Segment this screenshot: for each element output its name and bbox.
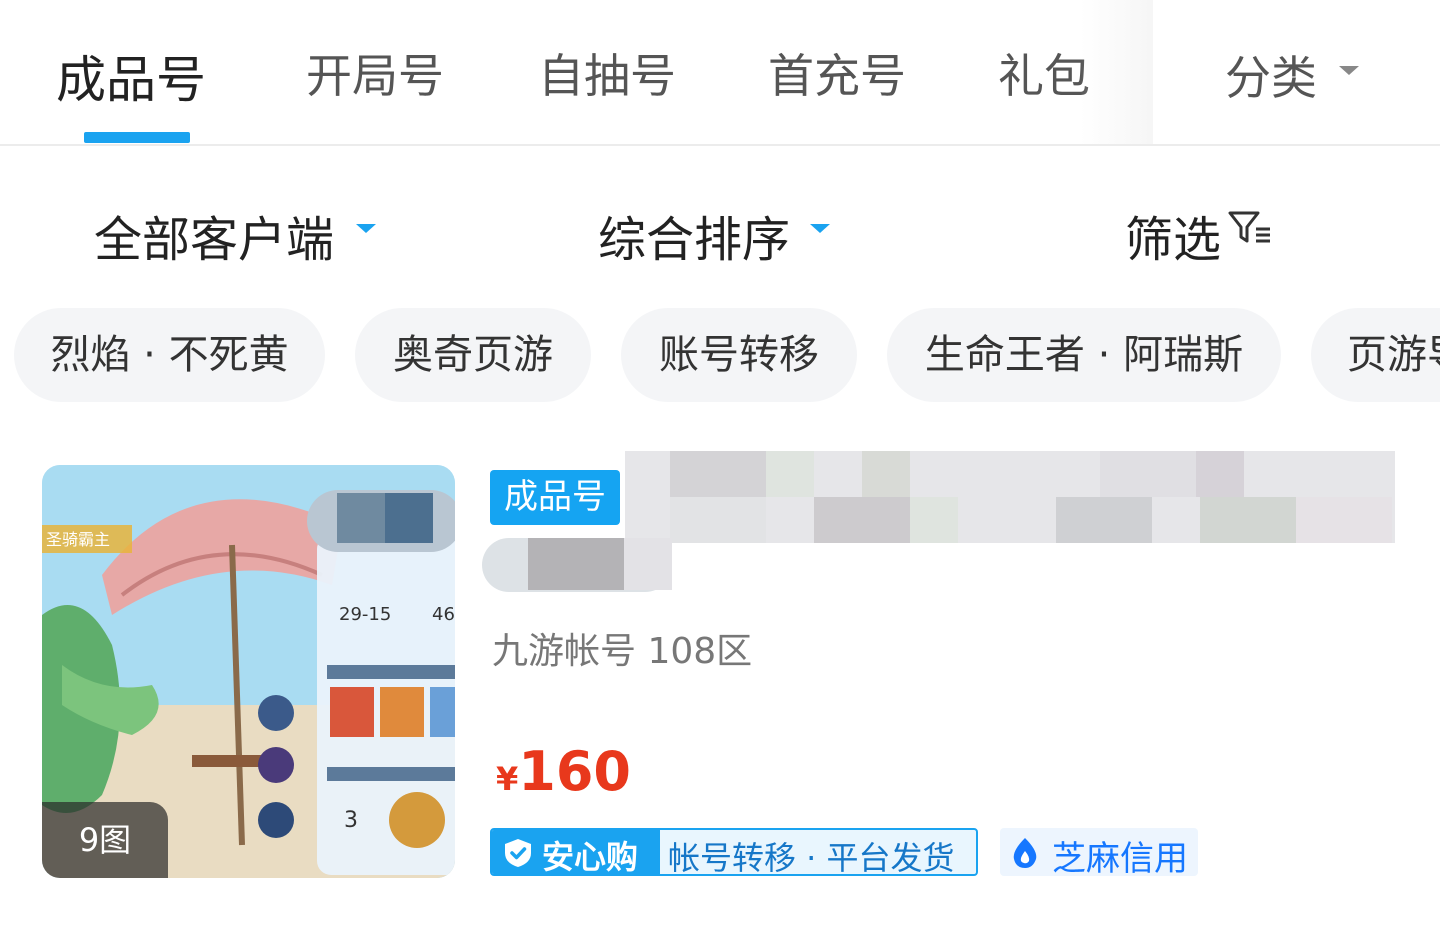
tab-first-recharge-account[interactable]: 首充号	[768, 40, 906, 106]
screen-filter-label: 筛选	[1125, 212, 1222, 268]
level-text: 3	[344, 808, 358, 833]
shield-check-icon	[505, 839, 531, 867]
image-count-badge: 9图	[42, 802, 168, 878]
category-label: 分类	[1225, 51, 1317, 105]
stage-text: 29-15	[339, 604, 391, 625]
assurance-badge: 安心购 帐号转移 · 平台发货	[490, 828, 978, 876]
caret-down-icon	[810, 224, 830, 233]
top-tab-bar: 成品号 开局号 自抽号 首充号 礼包 分类	[0, 0, 1440, 146]
tag-chip-row: 烈焰 · 不死黄 奥奇页游 账号转移 生命王者 · 阿瑞斯 页游导	[0, 308, 1440, 403]
assurance-brand: 安心购	[492, 830, 660, 874]
filter-bar: 全部客户端 综合排序 筛选	[0, 180, 1440, 280]
tab-gift-pack[interactable]: 礼包	[998, 40, 1090, 106]
client-filter-label: 全部客户端	[94, 212, 335, 268]
sort-filter[interactable]: 综合排序	[598, 200, 790, 270]
banner-text: 圣骑霸主	[46, 530, 110, 549]
caret-down-icon	[356, 224, 376, 233]
chip-tag[interactable]: 烈焰 · 不死黄	[14, 308, 325, 402]
sesame-credit-badge: 芝麻信用	[1000, 828, 1198, 879]
chip-tag[interactable]: 生命王者 · 阿瑞斯	[887, 308, 1281, 402]
chip-tag[interactable]: 奥奇页游	[355, 308, 591, 402]
sort-filter-label: 综合排序	[598, 212, 791, 268]
client-filter[interactable]: 全部客户端	[94, 200, 334, 270]
blurred-title-placeholder	[482, 451, 1395, 592]
chevron-down-icon	[1339, 66, 1359, 75]
stage2-text: 46	[432, 604, 455, 625]
tab-self-draw-account[interactable]: 自抽号	[538, 40, 676, 106]
tab-scroll-fade	[1080, 0, 1160, 144]
assurance-text: 帐号转移 · 平台发货	[668, 839, 955, 876]
sesame-credit-label: 芝麻信用	[1052, 839, 1188, 879]
assurance-brand-label: 安心购	[542, 838, 639, 876]
price-amount: 160	[518, 740, 631, 803]
active-tab-indicator	[84, 132, 190, 143]
tab-starter-account[interactable]: 开局号	[306, 40, 444, 106]
category-dropdown[interactable]: 分类	[1153, 0, 1440, 144]
chip-tag[interactable]: 账号转移	[621, 308, 857, 402]
server-info: 九游帐号 108区	[492, 631, 753, 672]
price: ¥160	[496, 740, 631, 803]
sesame-credit-icon	[1013, 838, 1037, 868]
filter-icon	[1228, 211, 1270, 243]
tab-finished-account[interactable]: 成品号	[56, 40, 206, 112]
currency-symbol: ¥	[496, 760, 519, 798]
product-thumbnail[interactable]: 圣骑霸主 29-15 46 3 9图	[42, 465, 455, 878]
chip-tag[interactable]: 页游导	[1311, 308, 1440, 402]
screen-filter[interactable]: 筛选	[1125, 200, 1221, 270]
